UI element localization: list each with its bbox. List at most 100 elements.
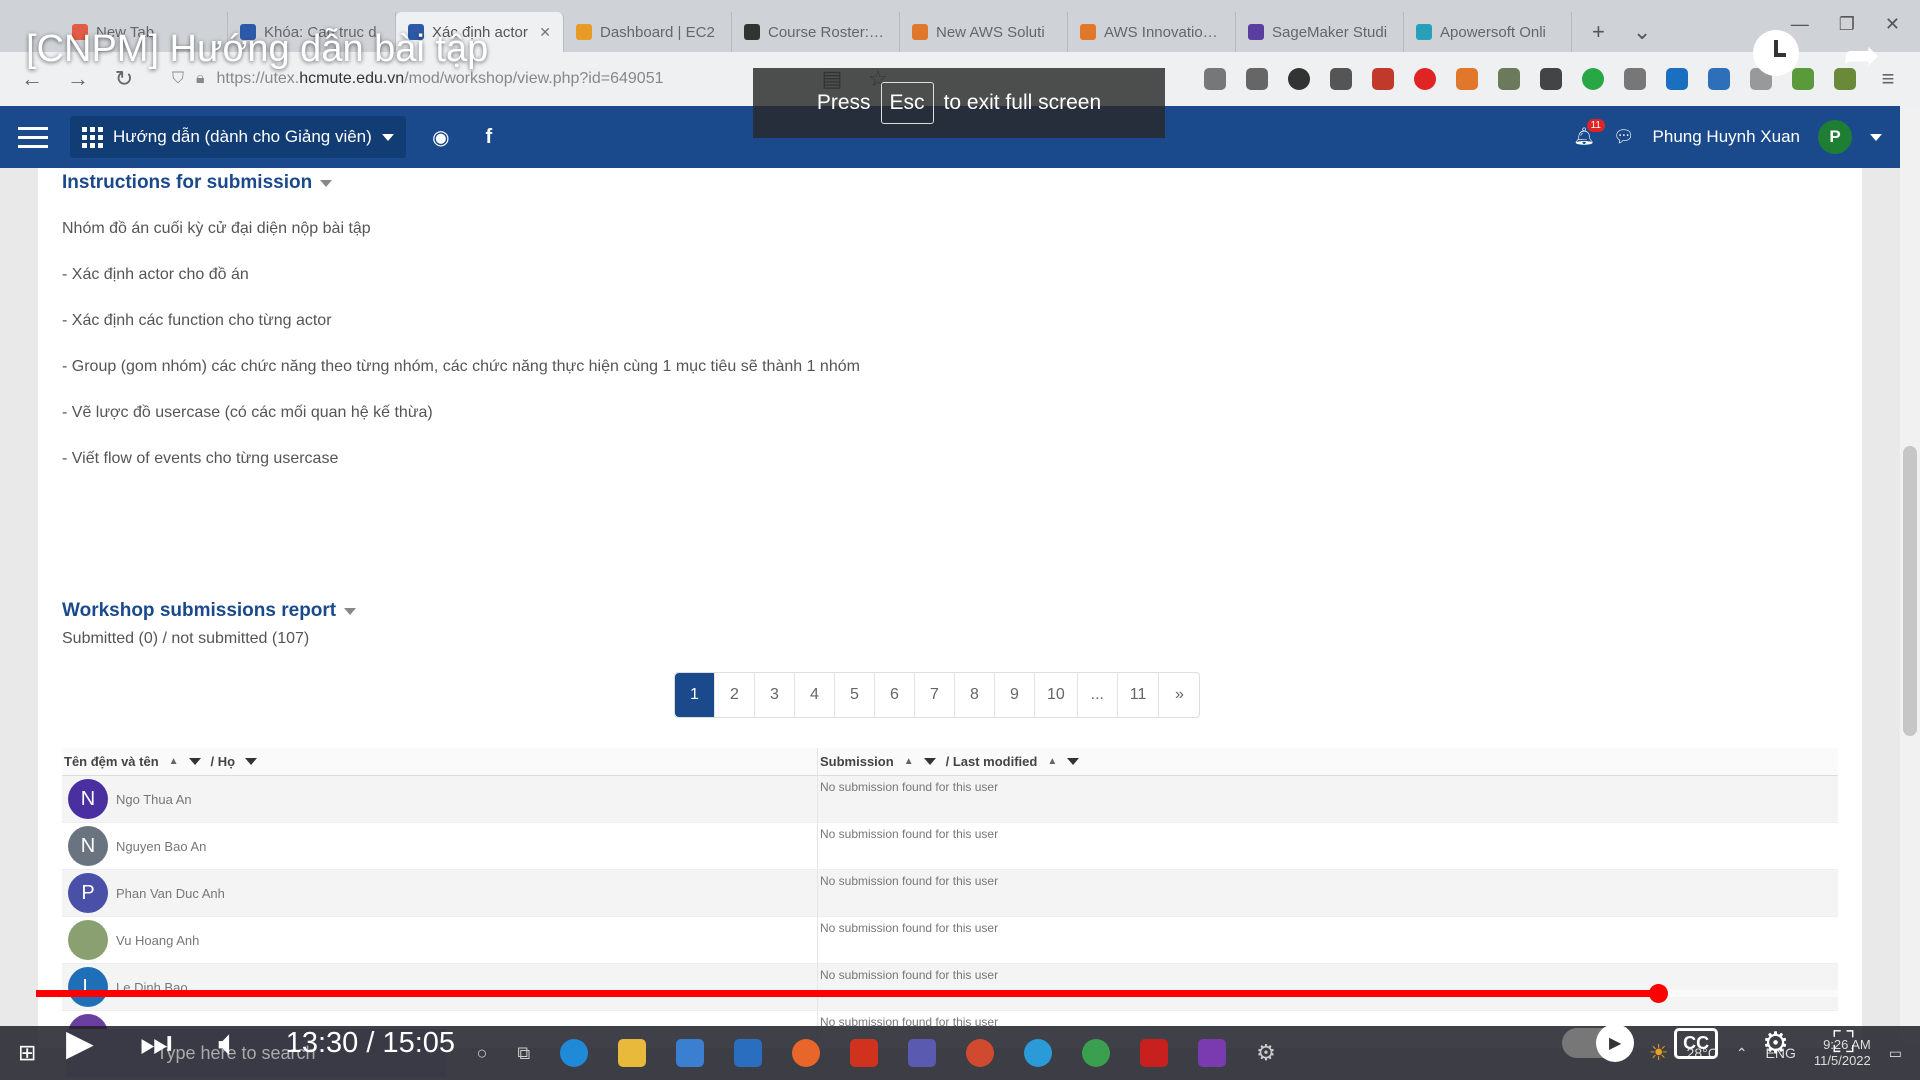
tab-list-chevron-icon[interactable]: ⌄ <box>1633 19 1651 45</box>
instruction-line: - Vẽ lược đồ usercase (có các mối quan h… <box>62 404 433 421</box>
progress-played <box>36 990 1658 997</box>
settings-gear-icon[interactable]: ⚙ <box>1762 1026 1789 1061</box>
student-name[interactable]: Phan Van Duc Anh <box>116 886 225 901</box>
page-link[interactable]: 1 <box>675 673 715 717</box>
download-icon[interactable] <box>1246 68 1268 90</box>
pocket-icon[interactable] <box>1204 68 1226 90</box>
page-scrollbar[interactable] <box>1900 106 1920 1044</box>
student-avatar[interactable]: N <box>68 826 108 866</box>
browser-tab[interactable]: Course Roster: AW <box>732 12 900 52</box>
exit-fullscreen-icon[interactable]: ⛶ <box>1833 1026 1854 1060</box>
scrollbar-thumb[interactable] <box>1903 446 1917 736</box>
report-title: Workshop submissions report <box>62 600 337 621</box>
autoplay-toggle[interactable] <box>1562 1024 1635 1062</box>
student-name[interactable]: Vu Hoang Anh <box>116 933 199 948</box>
close-window-icon[interactable]: ✕ <box>1885 14 1900 35</box>
browser-tab[interactable]: SageMaker Studi <box>1236 12 1404 52</box>
name-column-menu-icon[interactable] <box>188 758 201 765</box>
student-name[interactable]: Nguyen Bao An <box>116 839 206 854</box>
tab-favicon-icon <box>744 24 760 40</box>
report-heading[interactable]: Workshop submissions report <box>62 600 357 622</box>
facebook-icon[interactable]: f <box>476 126 502 149</box>
submission-status: No submission found for this user <box>817 870 1838 916</box>
page-link[interactable]: 2 <box>715 673 755 717</box>
page-link[interactable]: 8 <box>955 673 995 717</box>
table-row: N Nguyen Bao An No submission found for th… <box>62 823 1838 870</box>
course-menu-button[interactable]: Hướng dẫn (dành cho Giảng viên) <box>70 116 406 158</box>
student-avatar[interactable]: L <box>68 967 108 1007</box>
next-icon[interactable]: ⏭ <box>140 1022 172 1065</box>
page-link[interactable]: 10 <box>1035 673 1078 717</box>
extension-stop-icon[interactable] <box>1414 68 1436 90</box>
instructions-heading[interactable]: Instructions for submission <box>62 172 333 194</box>
extension-camera-icon[interactable] <box>1540 68 1562 90</box>
table-row: Vu Hoang Anh No submission found for this… <box>62 917 1838 964</box>
report-collapse-chevron-icon[interactable] <box>344 607 357 615</box>
browser-tab[interactable]: AWS Innovation S <box>1068 12 1236 52</box>
user-name[interactable]: Phung Huynh Xuan <box>1653 127 1800 147</box>
page-link[interactable]: 5 <box>835 673 875 717</box>
page-link[interactable]: 3 <box>755 673 795 717</box>
next-page-button[interactable]: » <box>1159 673 1199 717</box>
hamburger-menu-icon[interactable] <box>18 126 48 148</box>
column-name-header[interactable]: Tên đệm và tên <box>64 754 159 769</box>
student-avatar[interactable]: P <box>68 873 108 913</box>
collapse-chevron-icon[interactable] <box>320 179 333 187</box>
extension-t-icon[interactable] <box>1372 68 1394 90</box>
page-link[interactable]: 6 <box>875 673 915 717</box>
scrubber-handle[interactable] <box>1648 984 1668 1003</box>
submission-sort-icon[interactable]: ▲ <box>904 756 914 767</box>
last-modified-column-menu-icon[interactable] <box>1067 758 1080 765</box>
submission-summary: Submitted (0) / not submitted (107) <box>62 630 310 647</box>
column-submission-header[interactable]: Submission <box>820 754 894 769</box>
tab-favicon-icon <box>1416 24 1432 40</box>
user-menu-chevron-icon[interactable] <box>1870 133 1882 141</box>
main-content: Instructions for submission Nhóm đồ án c… <box>38 168 1862 1058</box>
page-link[interactable]: 7 <box>915 673 955 717</box>
extension-notes-icon[interactable] <box>1330 68 1352 90</box>
submission-status: No submission found for this user <box>817 917 1838 963</box>
student-avatar[interactable]: N <box>68 779 108 819</box>
extension-p-icon[interactable] <box>1288 68 1310 90</box>
page-link[interactable]: 11 <box>1118 673 1160 717</box>
watch-later-icon[interactable] <box>1753 30 1800 76</box>
notification-badge: 11 <box>1586 119 1605 132</box>
esc-key: Esc <box>880 82 934 124</box>
submission-status: No submission found for this user <box>817 776 1838 822</box>
browser-tab[interactable]: Apowersoft Onli <box>1404 12 1572 52</box>
column-surname-header[interactable]: / Họ <box>211 754 236 769</box>
extension-ninja-icon[interactable] <box>1498 68 1520 90</box>
globe-icon[interactable]: ◉ <box>428 125 454 150</box>
browser-tab[interactable]: Dashboard | EC2 <box>564 12 732 52</box>
page-link[interactable]: 4 <box>795 673 835 717</box>
messages-icon[interactable]: 💬︎ <box>1613 127 1635 147</box>
fullscreen-notice: Press Esc to exit full screen <box>753 68 1165 138</box>
surname-column-menu-icon[interactable] <box>245 758 258 765</box>
time-display: 13:30 / 15:05 <box>285 1026 456 1059</box>
user-avatar[interactable]: P <box>1818 120 1852 154</box>
video-top-actions: ➦ <box>1753 30 1880 81</box>
gitlab-icon[interactable] <box>1456 68 1478 90</box>
sort-ascending-icon[interactable]: ▲ <box>169 756 179 767</box>
student-avatar[interactable] <box>68 920 108 960</box>
browser-tab[interactable]: New AWS Soluti <box>900 12 1068 52</box>
grammarly-icon[interactable] <box>1582 68 1604 90</box>
submission-column-menu-icon[interactable] <box>923 758 936 765</box>
column-last-modified-header[interactable]: / Last modified <box>946 754 1038 769</box>
close-tab-icon[interactable]: ✕ <box>539 24 551 41</box>
extension-shield-icon[interactable] <box>1708 68 1730 90</box>
page-ellipsis: ... <box>1078 673 1118 717</box>
student-name[interactable]: Ngo Thua An <box>116 792 192 807</box>
extension-grid-icon[interactable] <box>1624 68 1646 90</box>
page-link[interactable]: 9 <box>995 673 1035 717</box>
notification-bell-icon[interactable]: 🔔︎ 11 <box>1573 119 1605 147</box>
last-modified-sort-icon[interactable]: ▲ <box>1047 756 1057 767</box>
play-icon[interactable]: ▶ <box>66 1022 94 1064</box>
video-progress-bar[interactable] <box>36 984 1850 1003</box>
extension-cap-icon[interactable] <box>1666 68 1688 90</box>
submission-status: No submission found for this user <box>817 964 1838 1010</box>
new-tab-button[interactable]: + <box>1592 19 1605 45</box>
share-icon[interactable]: ➦ <box>1843 30 1880 81</box>
volume-icon[interactable]: 🔈︎ <box>218 1022 240 1065</box>
captions-button[interactable]: CC <box>1674 1027 1719 1059</box>
